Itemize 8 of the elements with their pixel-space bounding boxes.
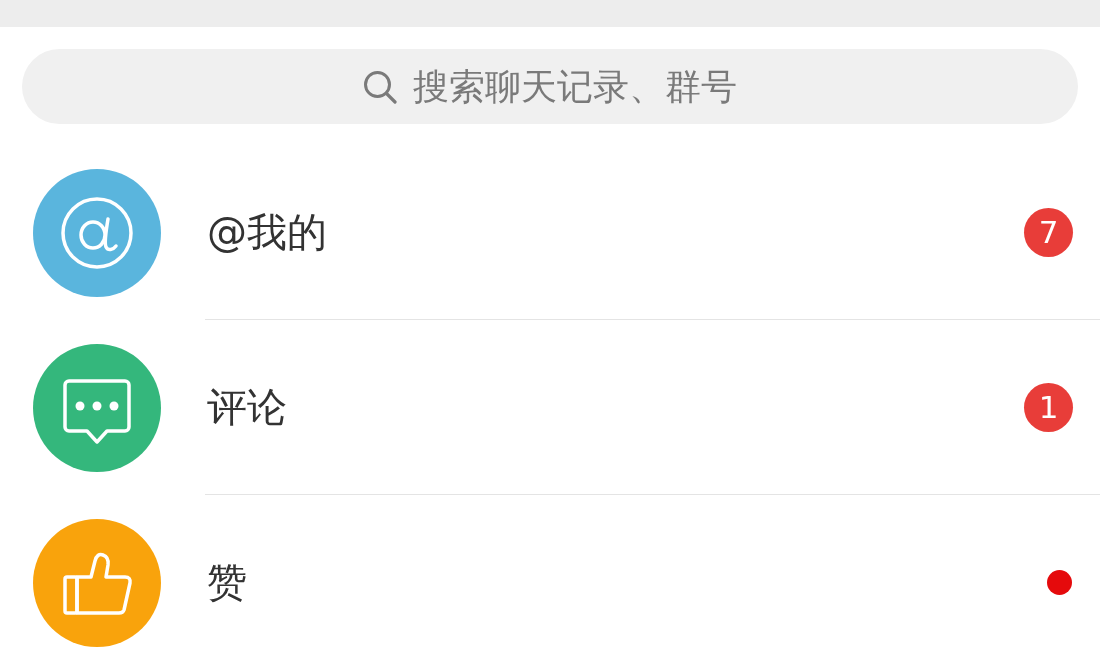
category-label: 评论 — [207, 382, 287, 432]
unread-count-badge: 7 — [1024, 207, 1073, 257]
unread-dot-icon — [1047, 570, 1072, 595]
category-label: @我的 — [207, 207, 327, 257]
category-label: 赞 — [207, 558, 247, 607]
unread-count-badge: 1 — [1024, 382, 1073, 432]
search-icon — [363, 70, 397, 104]
search-field[interactable]: 搜索聊天记录、群号 — [22, 49, 1078, 124]
